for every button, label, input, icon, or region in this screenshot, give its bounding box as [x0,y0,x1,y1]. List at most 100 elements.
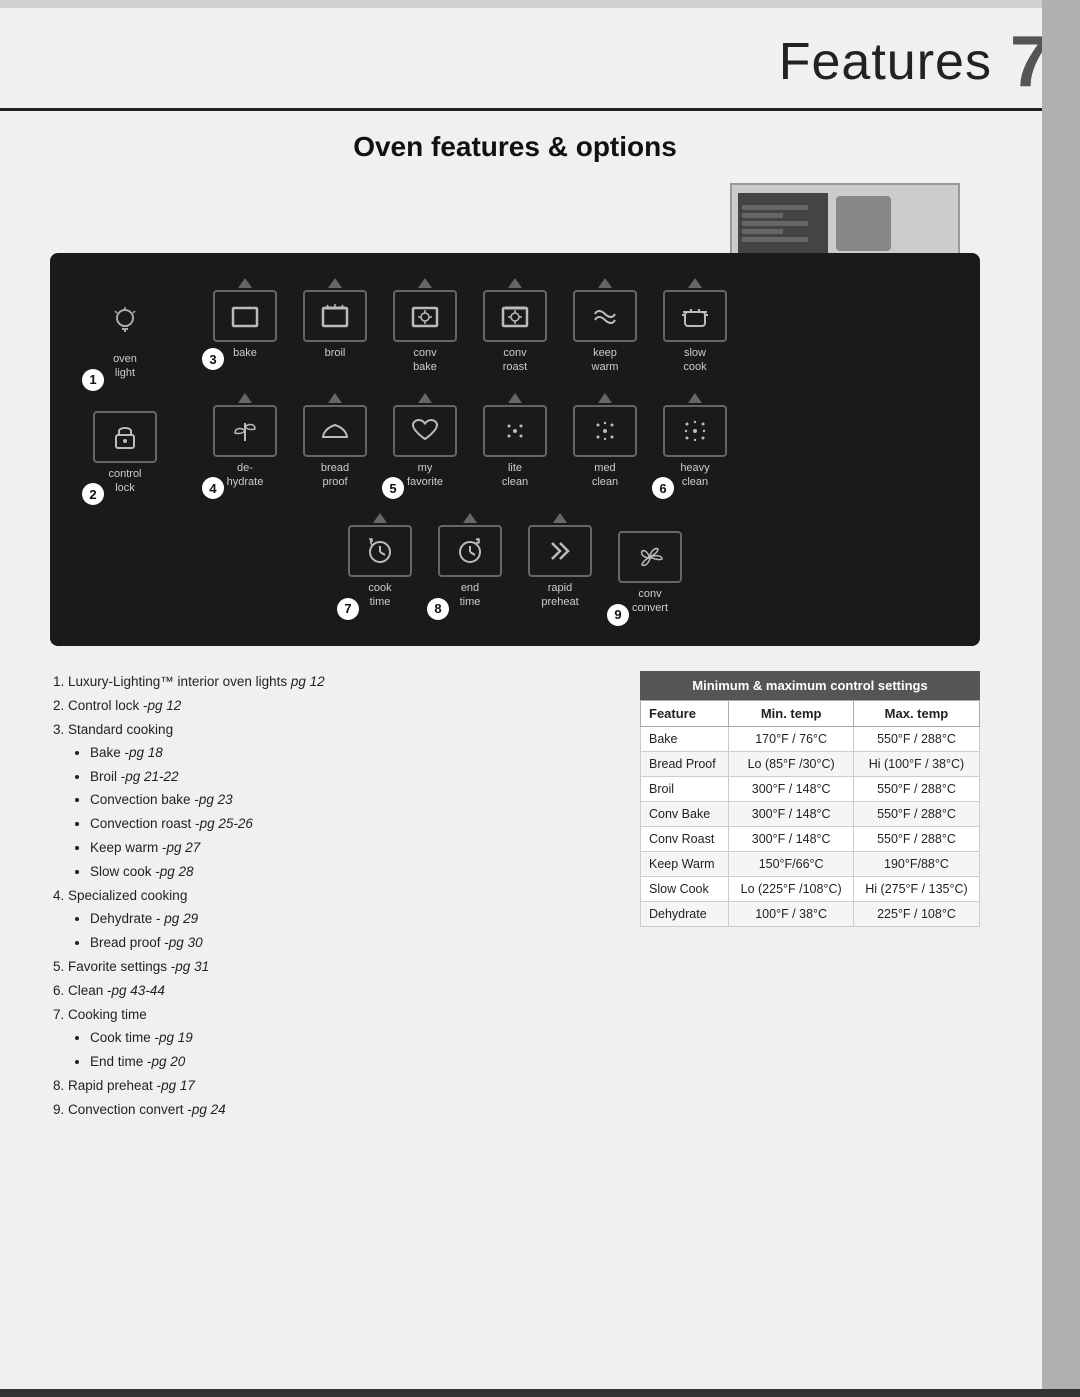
oven-display-panel [730,183,960,263]
heavy-clean-label: heavyclean [680,461,709,490]
my-favorite-label: myfavorite [407,461,443,490]
conv-bake-cell: convbake [380,278,470,375]
rapid-preheat-cell: rapidpreheat [515,513,605,610]
keep-warm-icon-box[interactable] [573,290,637,342]
badge-1: 1 [82,369,104,391]
dehydrate-arrow [238,393,252,403]
lite-clean-cell: liteclean [470,393,560,490]
cook-time-arrow [373,513,387,523]
rapid-preheat-icon [542,533,578,569]
table-cell: 550°F / 288°C [853,826,979,851]
control-lock-icon [107,419,143,455]
section-title: Oven features & options [50,131,980,163]
dehydrate-cell: de-hydrate 4 [200,393,290,490]
conv-bake-icon-box[interactable] [393,290,457,342]
control-panel: ovenlight 1 bake 3 [50,253,980,646]
cook-time-icon [362,533,398,569]
table-cell: Lo (85°F /30°C) [729,751,854,776]
med-clean-cell: medclean [560,393,650,490]
temp-table: Feature Min. temp Max. temp Bake170°F / … [640,700,980,927]
heavy-clean-icon-box[interactable] [663,405,727,457]
conv-roast-arrow [508,278,522,288]
list-item-8: Rapid preheat -pg 17 [68,1075,610,1098]
list-item-3-sub: Bake -pg 18 Broil -pg 21-22 Convection b… [68,742,610,885]
display-line-3 [742,221,808,226]
display-line-4 [742,229,783,234]
list-item-6: Clean -pg 43-44 [68,980,610,1003]
keep-warm-icon [587,298,623,334]
feature-list: Luxury-Lighting™ interior oven lights pg… [50,671,610,1122]
table-row: Keep Warm150°F/66°C190°F/88°C [641,851,980,876]
end-time-icon-box[interactable] [438,525,502,577]
table-cell: Conv Bake [641,801,729,826]
keep-warm-label: keepwarm [592,346,619,375]
control-lock-icon-box[interactable] [93,411,157,463]
conv-roast-cell: convroast [470,278,560,375]
dehydrate-icon-box[interactable] [213,405,277,457]
badge-7: 7 [337,598,359,620]
bake-label: bake [233,346,257,360]
broil-label: broil [325,346,346,360]
broil-icon [317,298,353,334]
table-row: Broil300°F / 148°C550°F / 288°C [641,776,980,801]
table-cell: 550°F / 288°C [853,801,979,826]
display-button[interactable] [836,196,891,251]
slow-cook-icon-box[interactable] [663,290,727,342]
list-item-2: Control lock -pg 12 [68,695,610,718]
keep-warm-cell: keepwarm [560,278,650,375]
table-cell: 190°F/88°C [853,851,979,876]
lightbulb-icon [107,304,143,340]
table-title: Minimum & maximum control settings [640,671,980,700]
bake-icon-box[interactable] [213,290,277,342]
badge-5: 5 [382,477,404,499]
conv-roast-label: convroast [503,346,527,375]
badge-8: 8 [427,598,449,620]
end-time-cell: endtime 8 [425,513,515,610]
table-cell: 300°F / 148°C [729,826,854,851]
table-cell: Broil [641,776,729,801]
conv-convert-cell: convconvert 9 [605,513,695,616]
conv-bake-icon [407,298,443,334]
right-sidebar [1042,0,1080,1397]
lists-area: Luxury-Lighting™ interior oven lights pg… [50,671,980,1123]
table-cell: Slow Cook [641,876,729,901]
sub-item-broil: Broil -pg 21-22 [90,766,610,789]
conv-convert-icon-box[interactable] [618,531,682,583]
list-item-7: Cooking time Cook time -pg 19 End time -… [68,1004,610,1074]
control-lock-cell: controllock 2 [80,393,170,496]
badge-6: 6 [652,477,674,499]
heavy-clean-icon [677,413,713,449]
list-item-7-sub: Cook time -pg 19 End time -pg 20 [68,1027,610,1074]
cook-time-icon-box[interactable] [348,525,412,577]
broil-icon-box[interactable] [303,290,367,342]
rapid-preheat-icon-box[interactable] [528,525,592,577]
rapid-preheat-label: rapidpreheat [541,581,578,610]
bottom-bar [0,1389,1080,1397]
bread-proof-icon-box[interactable] [303,405,367,457]
cook-time-label: cooktime [368,581,391,610]
table-row: Conv Roast300°F / 148°C550°F / 288°C [641,826,980,851]
table-cell: Bake [641,726,729,751]
oven-light-icon-box[interactable] [93,296,157,348]
col-min-temp: Min. temp [729,700,854,726]
lite-clean-label: liteclean [502,461,528,490]
sub-item-end-time: End time -pg 20 [90,1051,610,1074]
med-clean-icon-box[interactable] [573,405,637,457]
my-favorite-icon-box[interactable] [393,405,457,457]
sub-item-conv-roast: Convection roast -pg 25-26 [90,813,610,836]
lite-clean-icon-box[interactable] [483,405,547,457]
heavy-clean-arrow [688,393,702,403]
display-screen [738,193,828,253]
badge-4: 4 [202,477,224,499]
sub-item-slow-cook: Slow cook -pg 28 [90,861,610,884]
my-favorite-arrow [418,393,432,403]
list-item-9: Convection convert -pg 24 [68,1099,610,1122]
med-clean-label: medclean [592,461,618,490]
display-line-1 [742,205,808,210]
table-header-row: Feature Min. temp Max. temp [641,700,980,726]
conv-roast-icon-box[interactable] [483,290,547,342]
list-item-3: Standard cooking Bake -pg 18 Broil -pg 2… [68,719,610,885]
conv-convert-icon [632,539,668,575]
conv-bake-label: convbake [413,346,437,375]
bake-icon [227,298,263,334]
